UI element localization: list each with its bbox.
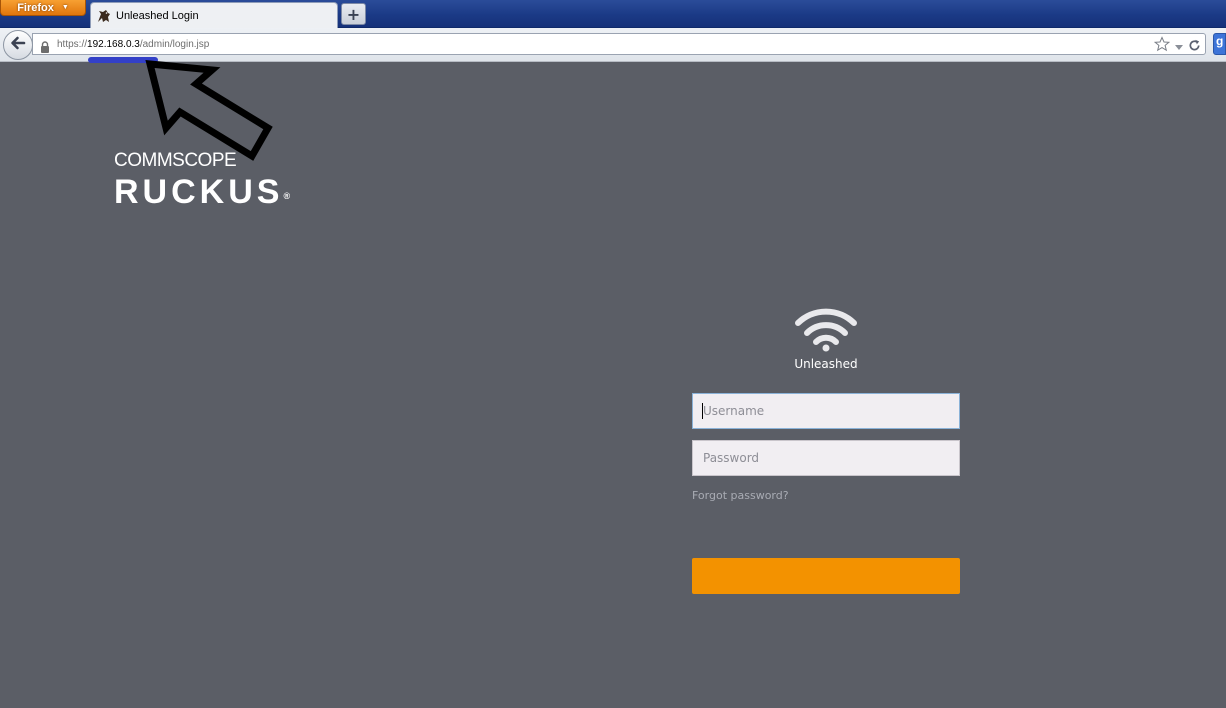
ruckus-dog-favicon-icon (96, 8, 112, 24)
url-host: 192.168.0.3 (87, 38, 140, 50)
registered-mark: ® (283, 191, 291, 201)
arrow-left-icon (9, 34, 27, 56)
chevron-down-icon: ▼ (61, 4, 69, 11)
username-input[interactable] (692, 393, 960, 429)
lock-icon (39, 38, 51, 53)
logo-ruckus-text: RUCKUS® (114, 174, 290, 210)
forgot-password-link[interactable]: Forgot password? (692, 489, 789, 502)
browser-tab[interactable]: Unleashed Login (90, 2, 338, 28)
password-input[interactable] (692, 440, 960, 476)
logo-ruckus-word: RUCKUS (114, 173, 284, 211)
url-scheme: https:// (57, 38, 88, 50)
login-button[interactable] (692, 558, 960, 594)
bookmark-star-icon[interactable] (1153, 36, 1171, 56)
address-bar-actions (1153, 36, 1201, 56)
url-path: /admin/login.jsp (139, 38, 210, 50)
tab-title: Unleashed Login (116, 9, 199, 22)
address-bar[interactable]: https://192.168.0.3/admin/login.jsp (32, 33, 1206, 55)
reload-icon[interactable] (1188, 37, 1201, 56)
wifi-icon (795, 308, 857, 352)
browser-nav-bar: https://192.168.0.3/admin/login.jsp g (0, 28, 1226, 62)
history-dropdown-icon[interactable] (1174, 37, 1184, 56)
firefox-menu-label: Firefox (17, 1, 54, 14)
text-cursor (702, 403, 703, 419)
new-tab-button[interactable]: + (341, 3, 366, 25)
google-search-icon[interactable]: g (1213, 33, 1226, 55)
product-name: Unleashed (794, 357, 858, 371)
back-button[interactable] (3, 30, 33, 60)
commscope-ruckus-logo: COMMSCOPE RUCKUS® (114, 150, 290, 210)
url-text: https://192.168.0.3/admin/login.jsp (57, 39, 209, 50)
firefox-menu-button[interactable]: Firefox ▼ (0, 0, 86, 16)
logo-commscope-text: COMMSCOPE (114, 150, 237, 171)
browser-tab-bar: Firefox ▼ Unleashed Login + (0, 0, 1226, 28)
